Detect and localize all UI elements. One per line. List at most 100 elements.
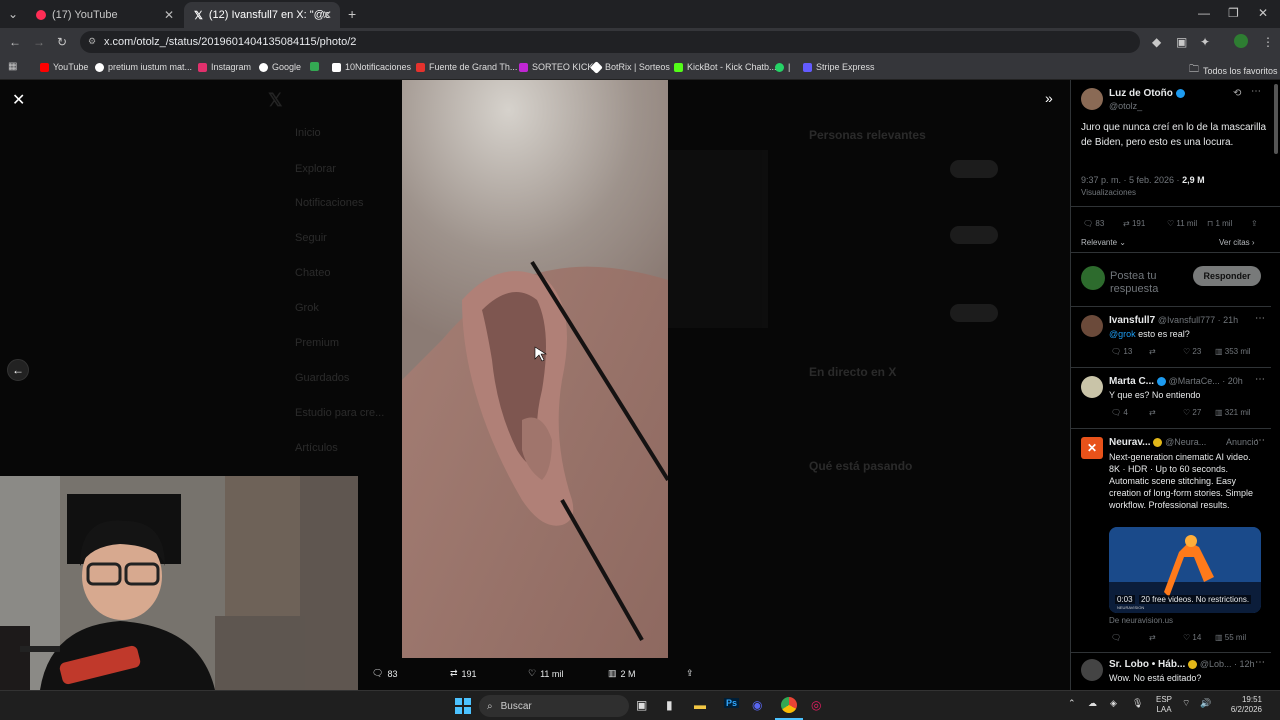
apps-icon[interactable]: ▦: [8, 61, 17, 72]
list-item[interactable]: Ivansfull7 @Ivansfull777 · 21h ⋯ @grok e…: [1071, 306, 1271, 364]
folder-icon[interactable]: ▬: [694, 698, 706, 712]
like-count[interactable]: ♡ 11 mil: [528, 668, 563, 679]
app-icon[interactable]: ▮: [666, 698, 673, 712]
close-tab-icon[interactable]: ✕: [322, 8, 332, 22]
list-item[interactable]: Marta C... @MartaCe... · 20h ⋯ Y que es?…: [1071, 367, 1271, 425]
quotes-link[interactable]: Ver citas ›: [1219, 238, 1255, 247]
site-info-icon[interactable]: ⚙: [88, 36, 96, 47]
taskbar-search[interactable]: ⌕ Buscar: [479, 695, 629, 717]
repost-count[interactable]: ⇄ 191: [450, 668, 477, 679]
close-window-icon[interactable]: ✕: [1258, 6, 1268, 20]
bookmark-stripe[interactable]: Stripe Express: [803, 62, 875, 72]
clock[interactable]: 19:51 6/2/2026: [1222, 695, 1262, 715]
repost-action[interactable]: ⇄: [1149, 408, 1183, 417]
views-action[interactable]: ▥ 353 mil: [1215, 347, 1251, 356]
minimize-icon[interactable]: —: [1198, 6, 1210, 20]
extension-icon[interactable]: ◆: [1152, 35, 1161, 49]
avatar[interactable]: [1081, 659, 1103, 681]
previous-photo-button[interactable]: ←: [7, 359, 29, 381]
volume-icon[interactable]: 🔊: [1200, 698, 1211, 709]
microphone-icon[interactable]: 🎙: [1132, 698, 1143, 709]
photoshop-icon[interactable]: Ps: [724, 698, 740, 708]
more-options-icon[interactable]: ⋯: [1251, 86, 1261, 97]
views-action[interactable]: ▥ 321 mil: [1215, 408, 1251, 417]
tab-youtube[interactable]: (17) YouTube ✕: [26, 2, 182, 28]
scrollbar[interactable]: [1274, 84, 1278, 154]
chevron-up-icon[interactable]: ⌃: [1068, 698, 1076, 709]
bookmark-botrix[interactable]: BotRix | Sorteos: [590, 60, 670, 74]
repost-action[interactable]: ⇄ 191: [1123, 219, 1167, 228]
avatar[interactable]: [1081, 88, 1103, 110]
new-tab-button[interactable]: +: [348, 6, 356, 22]
tray-icon[interactable]: ◈: [1110, 698, 1117, 709]
neuravision-logo-icon[interactable]: ✕: [1081, 437, 1103, 459]
tray-icon[interactable]: ☁: [1088, 698, 1097, 709]
more-options-icon[interactable]: ⋯: [1255, 313, 1265, 324]
view-count[interactable]: ▥ 2 M: [608, 668, 636, 679]
language-indicator[interactable]: ESP LAA: [1156, 695, 1172, 715]
sort-dropdown[interactable]: Relevante ⌄: [1081, 238, 1126, 247]
avatar[interactable]: [1081, 315, 1103, 337]
bookmark-pretium[interactable]: pretium iustum mat...: [95, 62, 192, 72]
bookmark-extension[interactable]: [310, 62, 323, 71]
recorder-icon[interactable]: ◎: [811, 698, 821, 712]
author-handle[interactable]: @otolz_: [1109, 101, 1142, 111]
reply-button[interactable]: Responder: [1193, 266, 1261, 286]
restore-icon[interactable]: ❐: [1228, 6, 1239, 20]
bookmark-whatsapp[interactable]: |: [775, 62, 790, 72]
address-bar[interactable]: ⚙ x.com/otolz_/status/201960140413508411…: [80, 31, 1140, 53]
task-view-icon[interactable]: ▣: [636, 698, 647, 712]
tab-search-icon[interactable]: ⌄: [8, 7, 18, 21]
repost-action[interactable]: ⇄: [1149, 347, 1183, 356]
extension-icon[interactable]: ▣: [1176, 35, 1187, 49]
bookmark-action[interactable]: ⊓ 1 mil: [1207, 219, 1251, 228]
reply-count[interactable]: 🗨 83: [372, 668, 397, 679]
menu-icon[interactable]: ⋮: [1262, 35, 1274, 49]
bookmark-10notificaciones[interactable]: 10Notificaciones: [332, 62, 411, 72]
more-options-icon[interactable]: ⋯: [1255, 374, 1265, 385]
ad-video[interactable]: 0:03 20 free videos. No restrictions. NE…: [1109, 527, 1261, 613]
list-item[interactable]: Sr. Lobo • Háb... @Lob... · 12h ⋯ Wow. N…: [1071, 652, 1271, 690]
reply-action[interactable]: 🗨: [1111, 633, 1149, 642]
repost-action[interactable]: ⇄: [1149, 633, 1183, 642]
profile-avatar[interactable]: [1234, 34, 1248, 48]
all-bookmarks[interactable]: 🗀 Todos los favoritos: [1189, 62, 1278, 79]
bookmark-instagram[interactable]: Instagram: [198, 62, 251, 72]
more-options-icon[interactable]: ⋯: [1255, 435, 1265, 446]
forward-icon[interactable]: →: [33, 35, 45, 49]
ad-item[interactable]: ✕ Neurav... @Neura... Anuncio ⋯ Next-gen…: [1071, 428, 1271, 648]
bookmark-sorteo-kick[interactable]: SORTEO KICK: [519, 62, 593, 72]
windows-start-icon[interactable]: [455, 698, 471, 714]
back-icon[interactable]: ←: [9, 35, 21, 49]
post-timestamp[interactable]: 9:37 p. m. · 5 feb. 2026 ·: [1081, 175, 1180, 185]
share-button[interactable]: ⇪: [686, 668, 694, 679]
discord-icon[interactable]: ◉: [752, 698, 762, 712]
grok-icon[interactable]: ⟲: [1233, 88, 1241, 99]
bookmark-kickbot[interactable]: KickBot - Kick Chatb...: [674, 62, 777, 72]
avatar[interactable]: [1081, 376, 1103, 398]
reload-icon[interactable]: ↻: [57, 35, 67, 49]
close-tab-icon[interactable]: ✕: [164, 8, 174, 22]
bookmark-gta[interactable]: Fuente de Grand Th...: [416, 62, 517, 72]
reply-author[interactable]: Ivansfull7: [1109, 315, 1155, 326]
like-action[interactable]: ♡ 27: [1183, 408, 1215, 417]
puzzle-icon[interactable]: ✦: [1200, 35, 1210, 49]
close-icon[interactable]: ✕: [12, 90, 25, 110]
reply-author[interactable]: Sr. Lobo • Háb...: [1109, 659, 1185, 670]
post-photo[interactable]: [402, 80, 668, 658]
reply-action[interactable]: 🗨 4: [1111, 408, 1149, 417]
like-action[interactable]: ♡ 23: [1183, 347, 1215, 356]
share-action[interactable]: ⇪: [1251, 219, 1258, 228]
like-action[interactable]: ♡ 14: [1183, 633, 1215, 642]
mention-link[interactable]: @grok: [1109, 329, 1136, 339]
author-name[interactable]: Luz de Otoño: [1109, 88, 1173, 99]
bookmark-youtube[interactable]: YouTube: [40, 62, 88, 72]
reply-input[interactable]: Postea tu respuesta: [1110, 270, 1180, 296]
reply-author[interactable]: Marta C...: [1109, 376, 1154, 387]
more-options-icon[interactable]: ⋯: [1255, 657, 1265, 668]
reply-author[interactable]: Neurav...: [1109, 437, 1151, 448]
reply-action[interactable]: 🗨 83: [1083, 219, 1123, 228]
expand-panel-icon[interactable]: »: [1045, 90, 1053, 106]
ad-source[interactable]: De neuravision.us: [1109, 616, 1173, 625]
bookmark-google[interactable]: Google: [259, 62, 301, 72]
